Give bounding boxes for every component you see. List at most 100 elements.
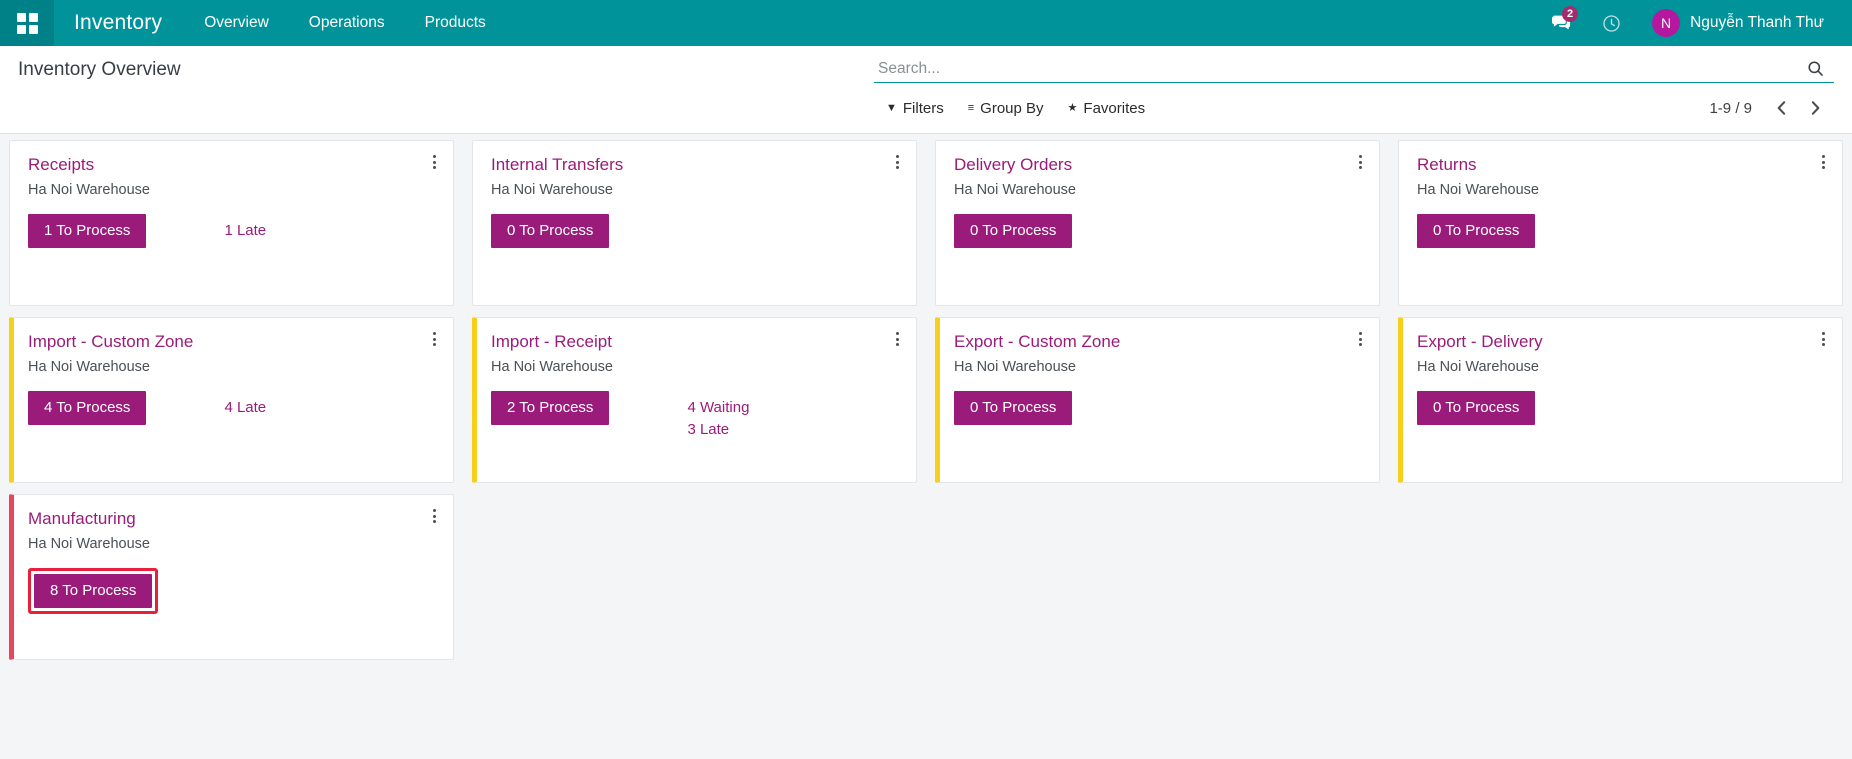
kanban-card-warehouse: Ha Noi Warehouse <box>954 181 1363 199</box>
favorites-button[interactable]: ★ Favorites <box>1056 97 1158 120</box>
kanban-cell: ReturnsHa Noi Warehouse0 To Process <box>1389 134 1852 311</box>
group-by-button-label: Group By <box>980 100 1043 117</box>
control-panel: Inventory Overview ▼ Filters ≡ Group By <box>0 46 1852 134</box>
kanban-cell: Import - Receipt Ha Noi Warehouse 2 To Pro… <box>463 311 926 488</box>
kanban-card-title[interactable]: Returns <box>1417 155 1477 175</box>
kanban-card[interactable]: Delivery Orders Ha Noi Warehouse 0 To Proc… <box>935 140 1380 306</box>
filters-button-label: Filters <box>903 100 944 117</box>
kanban-card-stat-link[interactable]: 4 Waiting <box>687 399 749 416</box>
highlight-annotation: 8 To Process <box>28 568 158 615</box>
filter-caret-icon: ▼ <box>886 103 897 114</box>
menu-item-operations[interactable]: Operations <box>289 0 405 46</box>
to-process-button[interactable]: 8 To Process <box>34 574 152 609</box>
messages-count-badge: 2 <box>1562 6 1578 22</box>
kebab-menu-icon[interactable] <box>1814 328 1832 350</box>
kanban-card-title[interactable]: Export - Custom Zone <box>954 332 1120 352</box>
kanban-card-warehouse: Ha Noi Warehouse <box>1417 358 1826 376</box>
kanban-card-stat-link[interactable]: 1 Late <box>224 222 266 239</box>
app-brand-title[interactable]: Inventory <box>54 0 184 46</box>
avatar: N <box>1652 9 1680 37</box>
navbar-right-tools: 2 N Nguyễn Thanh Thư <box>1538 0 1852 46</box>
to-process-button[interactable]: 0 To Process <box>954 391 1072 426</box>
menu-item-overview[interactable]: Overview <box>184 0 289 46</box>
kanban-card-warehouse: Ha Noi Warehouse <box>491 181 900 199</box>
kanban-card-warehouse: Ha Noi Warehouse <box>28 535 437 553</box>
filter-buttons-group: ▼ Filters ≡ Group By ★ Favorites <box>874 97 1157 120</box>
apps-grid-glyph <box>17 13 38 34</box>
kanban-view: Receipts Ha Noi Warehouse 1 To Process 1 La… <box>0 134 1852 759</box>
to-process-button[interactable]: 0 To Process <box>491 214 609 249</box>
kanban-card-body: 0 To Process <box>954 391 1363 426</box>
kanban-card-body: 8 To Process <box>28 568 437 615</box>
kanban-card-body: 4 To Process 4 Late <box>28 391 437 426</box>
group-by-lines-icon: ≡ <box>968 103 974 114</box>
favorites-button-label: Favorites <box>1083 100 1145 117</box>
kanban-cell: Import - Custom Zone Ha Noi Warehouse 4 To… <box>0 311 463 488</box>
kanban-cell: Internal Transfers Ha Noi Warehouse 0 To P… <box>463 134 926 311</box>
kanban-card[interactable]: Export - Delivery Ha Noi Warehouse 0 To Pr… <box>1398 317 1843 483</box>
kanban-grid: Receipts Ha Noi Warehouse 1 To Process 1 La… <box>0 134 1852 665</box>
to-process-button[interactable]: 0 To Process <box>1417 391 1535 426</box>
to-process-button[interactable]: 0 To Process <box>954 214 1072 249</box>
kanban-cell: Receipts Ha Noi Warehouse 1 To Process 1 La… <box>0 134 463 311</box>
kanban-card-stat-link[interactable]: 4 Late <box>224 399 266 416</box>
kebab-menu-icon[interactable] <box>888 151 906 173</box>
top-navbar: Inventory Overview Operations Products 2… <box>0 0 1852 46</box>
kanban-card-title[interactable]: Receipts <box>28 155 94 175</box>
kanban-card-warehouse: Ha Noi Warehouse <box>491 358 900 376</box>
kanban-card-body: 2 To Process 4 Waiting 3 Late <box>491 391 900 439</box>
pager-value: 1-9 / 9 <box>1709 100 1752 117</box>
group-by-button[interactable]: ≡ Group By <box>956 97 1056 120</box>
pager-previous-button[interactable] <box>1766 94 1796 122</box>
clock-icon[interactable] <box>1588 0 1634 46</box>
kanban-card-title[interactable]: Delivery Orders <box>954 155 1072 175</box>
kanban-card-stats: 1 Late <box>224 214 266 239</box>
messages-icon[interactable]: 2 <box>1538 0 1584 46</box>
kebab-menu-icon[interactable] <box>425 505 443 527</box>
kanban-card-title[interactable]: Manufacturing <box>28 509 136 529</box>
kanban-card[interactable]: Export - Custom Zone Ha Noi Warehouse 0 To… <box>935 317 1380 483</box>
kanban-card-body: 0 To Process <box>491 214 900 249</box>
kanban-card-warehouse: Ha Noi Warehouse <box>28 358 437 376</box>
kanban-card[interactable]: Internal Transfers Ha Noi Warehouse 0 To P… <box>472 140 917 306</box>
filters-button[interactable]: ▼ Filters <box>874 97 956 120</box>
kanban-card-title[interactable]: Import - Custom Zone <box>28 332 193 352</box>
kanban-card[interactable]: Receipts Ha Noi Warehouse 1 To Process 1 La… <box>9 140 454 306</box>
kanban-card[interactable]: ReturnsHa Noi Warehouse0 To Process <box>1398 140 1843 306</box>
kebab-menu-icon[interactable] <box>1814 151 1832 173</box>
search-area: ▼ Filters ≡ Group By ★ Favorites 1-9 / 9 <box>874 46 1834 123</box>
pager-next-button[interactable] <box>1800 94 1830 122</box>
menu-item-products[interactable]: Products <box>405 0 506 46</box>
apps-grid-icon[interactable] <box>0 0 54 46</box>
kanban-cell: Export - Custom Zone Ha Noi Warehouse 0 To… <box>926 311 1389 488</box>
kanban-card-body: 0 To Process <box>1417 214 1826 249</box>
kanban-card-title[interactable]: Internal Transfers <box>491 155 623 175</box>
search-icon[interactable] <box>1802 59 1828 78</box>
kanban-card-stat-link[interactable]: 3 Late <box>687 421 749 438</box>
kanban-card-warehouse: Ha Noi Warehouse <box>954 358 1363 376</box>
kebab-menu-icon[interactable] <box>425 151 443 173</box>
kebab-menu-icon[interactable] <box>1351 151 1369 173</box>
search-toolbar: ▼ Filters ≡ Group By ★ Favorites 1-9 / 9 <box>874 93 1834 123</box>
to-process-button[interactable]: 4 To Process <box>28 391 146 426</box>
kanban-card-body: 0 To Process <box>1417 391 1826 426</box>
kanban-card[interactable]: Import - Receipt Ha Noi Warehouse 2 To Pro… <box>472 317 917 483</box>
kanban-card-title[interactable]: Import - Receipt <box>491 332 612 352</box>
search-input[interactable] <box>876 60 1802 78</box>
kebab-menu-icon[interactable] <box>425 328 443 350</box>
kanban-card[interactable]: Import - Custom Zone Ha Noi Warehouse 4 To… <box>9 317 454 483</box>
kanban-card-body: 0 To Process <box>954 214 1363 249</box>
search-view <box>874 55 1834 83</box>
user-menu[interactable]: N Nguyễn Thanh Thư <box>1638 0 1830 46</box>
kebab-menu-icon[interactable] <box>1351 328 1369 350</box>
to-process-button[interactable]: 1 To Process <box>28 214 146 249</box>
page-title: Inventory Overview <box>18 46 181 81</box>
to-process-button[interactable]: 2 To Process <box>491 391 609 426</box>
kanban-card-warehouse: Ha Noi Warehouse <box>28 181 437 199</box>
kanban-cell: Manufacturing Ha Noi Warehouse 8 To Proces… <box>0 488 463 665</box>
kanban-card[interactable]: Manufacturing Ha Noi Warehouse 8 To Proces… <box>9 494 454 660</box>
kanban-card-title[interactable]: Export - Delivery <box>1417 332 1543 352</box>
kebab-menu-icon[interactable] <box>888 328 906 350</box>
kanban-cell: Delivery Orders Ha Noi Warehouse 0 To Proc… <box>926 134 1389 311</box>
to-process-button[interactable]: 0 To Process <box>1417 214 1535 249</box>
